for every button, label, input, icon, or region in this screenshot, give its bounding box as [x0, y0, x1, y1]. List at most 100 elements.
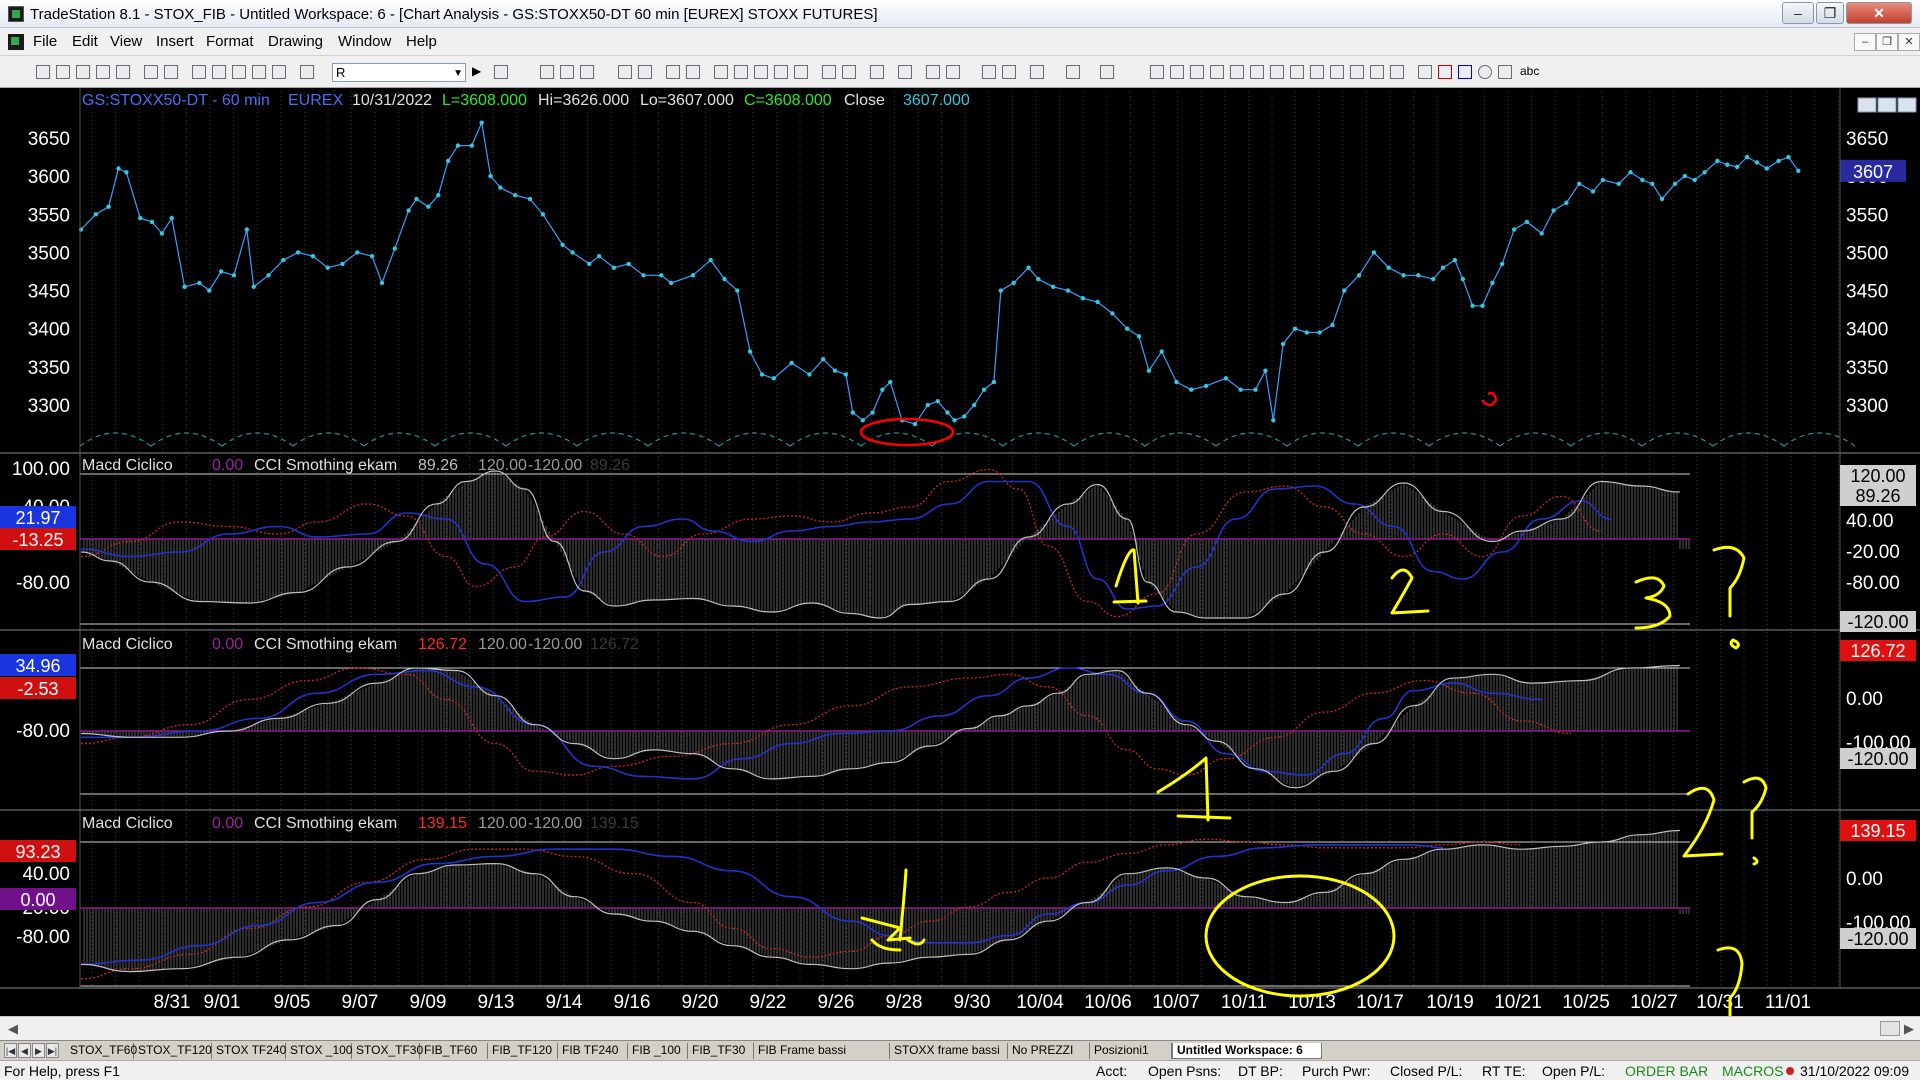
tab-13[interactable]: Posizioni1: [1090, 1043, 1172, 1059]
properties-icon[interactable]: [580, 65, 594, 79]
scroll-left-icon[interactable]: ◀: [8, 1021, 18, 1037]
indicator-panels[interactable]: [80, 468, 1690, 987]
open-icon[interactable]: [56, 65, 70, 79]
chart-icon[interactable]: [272, 65, 286, 79]
go-arrow-icon[interactable]: ▶: [472, 64, 481, 78]
tools-icon[interactable]: [1030, 65, 1044, 79]
tab-4[interactable]: STOX_TF30: [352, 1043, 423, 1059]
tab-1[interactable]: STOX_TF120: [134, 1043, 212, 1059]
bar-spacing-icon[interactable]: [842, 65, 856, 79]
restore-button[interactable]: ❐: [1816, 2, 1844, 24]
list-icon[interactable]: [560, 65, 574, 79]
zoom-in-icon[interactable]: [926, 65, 940, 79]
save-all-icon[interactable]: [96, 65, 110, 79]
horizontal-scrollbar[interactable]: ◀ ▶: [0, 1016, 1920, 1040]
bar-compress-icon[interactable]: [898, 65, 912, 79]
scroll-right-icon[interactable]: ▶: [1904, 1021, 1914, 1037]
indicator-panel-3[interactable]: [80, 829, 1690, 987]
indicator-panel-1[interactable]: [80, 468, 1690, 625]
tab-12[interactable]: No PREZZI: [1008, 1043, 1090, 1059]
parallel-icon[interactable]: [1330, 65, 1344, 79]
tab-5[interactable]: FIB_TF60: [420, 1043, 488, 1059]
channel-icon[interactable]: [1210, 65, 1224, 79]
vertical-lines-icon[interactable]: [1170, 65, 1184, 79]
scanner-icon[interactable]: [714, 65, 728, 79]
minimize-button[interactable]: –: [1782, 2, 1814, 24]
data-window-icon[interactable]: [1002, 65, 1016, 79]
table-icon[interactable]: [540, 65, 554, 79]
mdi-minimize-button[interactable]: –: [1854, 33, 1876, 51]
tab-11[interactable]: STOXX frame bassi: [890, 1043, 1008, 1059]
price-series[interactable]: [78, 120, 1856, 447]
grid-icon[interactable]: [300, 65, 314, 79]
tab-3[interactable]: STOX _100: [286, 1043, 352, 1059]
macros-button[interactable]: MACROS: [1722, 1063, 1783, 1079]
chart-close-icon[interactable]: [1897, 97, 1917, 113]
indicator-panel-2[interactable]: [80, 664, 1690, 795]
lock-icon[interactable]: [252, 65, 266, 79]
volume-icon[interactable]: [794, 65, 808, 79]
save-icon[interactable]: [76, 65, 90, 79]
fib-icon[interactable]: [1250, 65, 1264, 79]
refresh-icon[interactable]: [666, 65, 680, 79]
tiles-icon[interactable]: [686, 65, 700, 79]
pointer-icon[interactable]: [982, 65, 996, 79]
speed-lines-icon[interactable]: [1310, 65, 1324, 79]
new-icon[interactable]: [36, 65, 50, 79]
menu-insert[interactable]: Insert: [156, 33, 194, 50]
histogram-icon[interactable]: [774, 65, 788, 79]
layout-icon[interactable]: [212, 65, 226, 79]
tab-next-icon[interactable]: ▶: [32, 1043, 45, 1058]
chart-analysis-window[interactable]: 3650365036003600355035503500350034503450…: [0, 88, 1920, 1016]
trendline-icon[interactable]: [1150, 65, 1164, 79]
tab-14[interactable]: Untitled Workspace: 6: [1172, 1043, 1322, 1059]
tab-0[interactable]: STOX_TF60: [66, 1043, 137, 1059]
delete-icon[interactable]: [1100, 65, 1114, 79]
window-icon[interactable]: [192, 65, 206, 79]
tab-8[interactable]: FIB _100: [628, 1043, 688, 1059]
tab-6[interactable]: FIB_TF120: [488, 1043, 558, 1059]
mdi-restore-button[interactable]: ❐: [1876, 33, 1898, 51]
menu-file[interactable]: File: [33, 33, 57, 50]
rectangle-icon[interactable]: [1498, 65, 1512, 79]
chart-restore-icon[interactable]: [1877, 97, 1897, 113]
menu-format[interactable]: Format: [206, 33, 254, 50]
stack-icon[interactable]: [232, 65, 246, 79]
tab-7[interactable]: FIB TF240: [558, 1043, 628, 1059]
tab-9[interactable]: FIB_TF30: [688, 1043, 754, 1059]
print-preview-icon[interactable]: [164, 65, 178, 79]
down-arrow-icon[interactable]: [1438, 65, 1452, 79]
mdi-close-button[interactable]: ✕: [1898, 33, 1920, 51]
tab-first-icon[interactable]: |◀: [4, 1043, 17, 1058]
close-button[interactable]: ✕: [1846, 2, 1912, 24]
tab-prev-icon[interactable]: ◀: [18, 1043, 31, 1058]
arrow-horizontal-icon[interactable]: [1290, 65, 1304, 79]
bar-type-icon[interactable]: [822, 65, 836, 79]
format-icon[interactable]: [1066, 65, 1080, 79]
horizontal-lines-icon[interactable]: [1190, 65, 1204, 79]
menu-drawing[interactable]: Drawing: [268, 33, 323, 50]
tab-2[interactable]: STOX TF240: [212, 1043, 286, 1059]
menu-view[interactable]: View: [110, 33, 142, 50]
gann-icon[interactable]: [1270, 65, 1284, 79]
up-arrow-icon[interactable]: [1458, 65, 1472, 79]
find-icon[interactable]: [494, 65, 508, 79]
radar-icon[interactable]: [618, 65, 632, 79]
tab-last-icon[interactable]: ▶|: [46, 1043, 59, 1058]
chevron-down-icon[interactable]: ▼: [453, 65, 463, 82]
tab-10[interactable]: FIB Frame bassi: [754, 1043, 890, 1059]
scroll-thumb[interactable]: [1880, 1021, 1900, 1036]
andrews-icon[interactable]: [1370, 65, 1384, 79]
symbol-input[interactable]: R ▼: [332, 63, 466, 82]
chart-minimize-icon[interactable]: [1857, 97, 1877, 113]
pencil-icon[interactable]: [1390, 65, 1404, 79]
radar-screen-icon[interactable]: [734, 65, 748, 79]
arc-icon[interactable]: [1350, 65, 1364, 79]
order-bar-button[interactable]: ORDER BAR: [1625, 1063, 1708, 1079]
cycle-icon[interactable]: [1230, 65, 1244, 79]
zoom-out-icon[interactable]: [946, 65, 960, 79]
matrix-icon[interactable]: [638, 65, 652, 79]
folder-icon[interactable]: [116, 65, 130, 79]
menu-help[interactable]: Help: [406, 33, 437, 50]
print-icon[interactable]: [144, 65, 158, 79]
